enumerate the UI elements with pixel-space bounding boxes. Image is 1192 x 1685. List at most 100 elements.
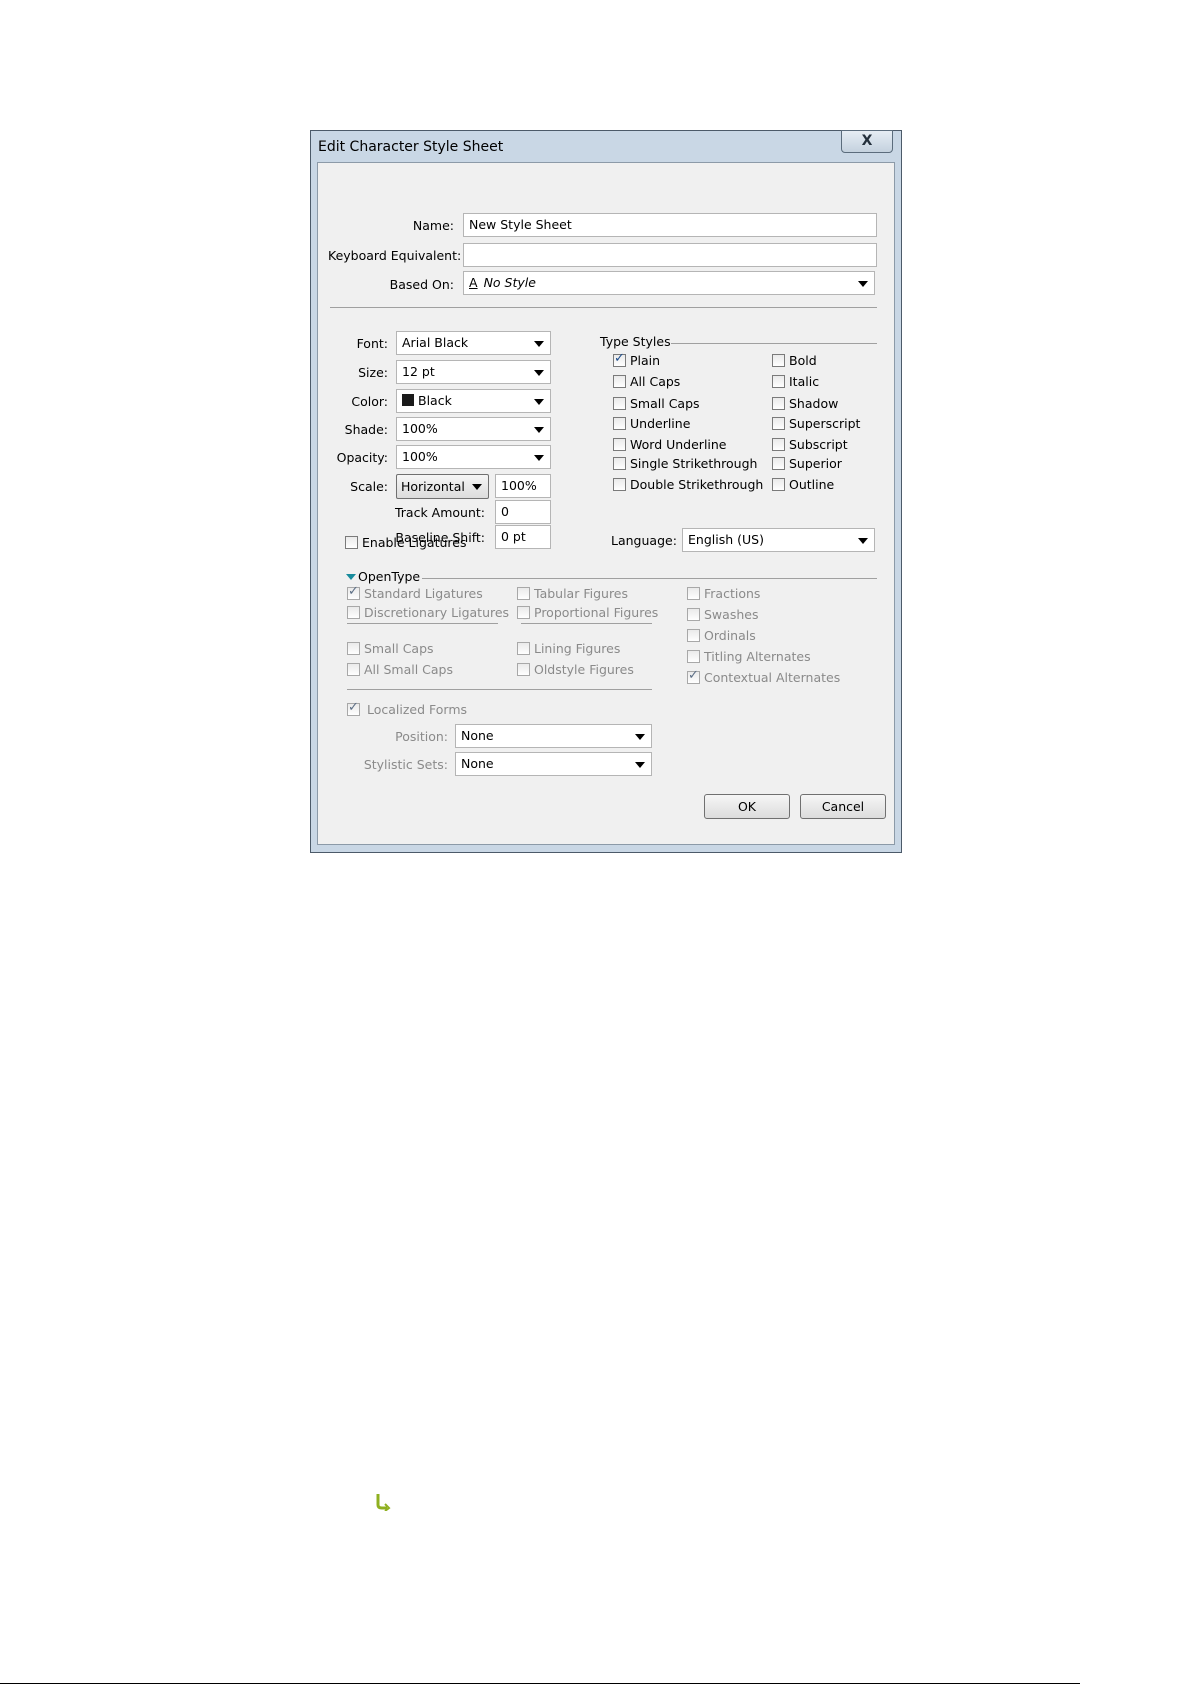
opentype-disclosure[interactable]: OpenType: [346, 569, 420, 584]
checkmark-icon: ✓: [614, 351, 625, 366]
checkbox-label: All Small Caps: [364, 662, 453, 677]
chevron-down-icon: [858, 538, 868, 544]
checkbox-all-small-caps[interactable]: [347, 663, 360, 676]
checkmark-icon: ✓: [348, 700, 359, 715]
track-amount-label: Track Amount:: [394, 505, 485, 520]
language-value: English (US): [688, 532, 764, 547]
language-label: Language:: [611, 533, 677, 548]
checkbox-swashes[interactable]: [687, 608, 700, 621]
size-value: 12 pt: [402, 364, 435, 379]
checkbox-label: Underline: [630, 416, 691, 431]
type-styles-title: Type Styles: [600, 334, 671, 349]
checkbox-single-strikethrough[interactable]: [613, 457, 626, 470]
stylistic-sets-select[interactable]: None: [455, 752, 652, 776]
checkbox-label: Word Underline: [630, 437, 727, 452]
checkbox-lining-figures[interactable]: [517, 642, 530, 655]
opentype-divider: [347, 623, 498, 624]
scale-mode-value: Horizontal: [401, 479, 465, 494]
opentype-title: OpenType: [358, 569, 421, 584]
chevron-down-icon: [534, 341, 544, 347]
color-value: Black: [418, 393, 452, 408]
shade-label: Shade:: [344, 422, 388, 437]
checkbox-label: All Caps: [630, 374, 681, 389]
font-select[interactable]: Arial Black: [396, 331, 551, 355]
type-styles-rule: [671, 343, 877, 344]
color-select[interactable]: Black: [396, 389, 551, 413]
checkbox-ordinals[interactable]: [687, 629, 700, 642]
font-value: Arial Black: [402, 335, 469, 350]
baseline-shift-field[interactable]: 0 pt: [495, 525, 551, 549]
chevron-down-icon: [534, 370, 544, 376]
checkmark-icon: ✓: [348, 584, 359, 599]
checkbox-label: Plain: [630, 353, 661, 368]
name-field[interactable]: New Style Sheet: [463, 213, 877, 237]
chevron-down-icon: [472, 484, 482, 490]
checkbox-contextual-alternates[interactable]: ✓: [687, 668, 700, 684]
checkbox-superscript[interactable]: [772, 417, 785, 430]
scale-mode-select[interactable]: Horizontal: [396, 474, 489, 499]
checkbox-proportional-figures[interactable]: [517, 606, 530, 619]
checkbox-plain[interactable]: ✓: [613, 351, 626, 367]
checkbox-standard-ligatures[interactable]: ✓: [347, 584, 360, 600]
checkbox-oldstyle-figures[interactable]: [517, 663, 530, 676]
checkbox-word-underline[interactable]: [613, 438, 626, 451]
window-title: Edit Character Style Sheet: [318, 139, 504, 155]
checkbox-label: Subscript: [789, 437, 848, 452]
checkbox-tabular-figures[interactable]: [517, 587, 530, 600]
checkbox-label: Small Caps: [630, 396, 700, 411]
size-select[interactable]: 12 pt: [396, 360, 551, 384]
checkbox-small-caps[interactable]: [347, 642, 360, 655]
localized-forms-checkbox[interactable]: ✓: [347, 700, 360, 716]
font-label: Font:: [356, 336, 388, 351]
checkbox-underline[interactable]: [613, 417, 626, 430]
shade-select[interactable]: 100%: [396, 417, 551, 441]
checkbox-label: Italic: [789, 374, 820, 389]
dialog-body: Name: New Style Sheet Keyboard Equivalen…: [317, 162, 895, 845]
checkbox-shadow[interactable]: [772, 397, 785, 410]
checkbox-label: Superscript: [789, 416, 861, 431]
keyboard-equivalent-field[interactable]: [463, 243, 877, 267]
checkbox-outline[interactable]: [772, 478, 785, 491]
based-on-value: No Style: [483, 275, 536, 290]
checkbox-label: Small Caps: [364, 641, 434, 656]
checkbox-subscript[interactable]: [772, 438, 785, 451]
opacity-label: Opacity:: [336, 450, 388, 465]
keyboard-equivalent-label: Keyboard Equivalent:: [328, 248, 462, 263]
ok-button[interactable]: OK: [704, 794, 790, 819]
opentype-divider: [347, 689, 652, 690]
checkbox-double-strikethrough[interactable]: [613, 478, 626, 491]
cancel-button[interactable]: Cancel: [800, 794, 886, 819]
checkbox-all-caps[interactable]: [613, 375, 626, 388]
enable-ligatures-checkbox[interactable]: [345, 536, 358, 549]
checkbox-fractions[interactable]: [687, 587, 700, 600]
language-select[interactable]: English (US): [682, 528, 875, 552]
opentype-rule: [422, 578, 877, 579]
refresh-arrow-icon: [376, 1494, 391, 1511]
scale-value-field[interactable]: 100%: [495, 474, 551, 498]
based-on-select[interactable]: A No Style: [463, 271, 875, 295]
checkbox-label: Fractions: [704, 586, 761, 601]
checkbox-label: Bold: [789, 353, 817, 368]
size-label: Size:: [358, 365, 388, 380]
close-button[interactable]: X: [841, 130, 893, 153]
opacity-select[interactable]: 100%: [396, 445, 551, 469]
checkbox-titling-alternates[interactable]: [687, 650, 700, 663]
checkbox-label: Outline: [789, 477, 835, 492]
stylistic-sets-value: None: [461, 756, 494, 771]
disclosure-triangle-icon: [346, 574, 356, 580]
checkbox-superior[interactable]: [772, 457, 785, 470]
checkbox-label: Discretionary Ligatures: [364, 605, 510, 620]
checkbox-small-caps[interactable]: [613, 397, 626, 410]
checkbox-italic[interactable]: [772, 375, 785, 388]
position-select[interactable]: None: [455, 724, 652, 748]
checkbox-discretionary-ligatures[interactable]: [347, 606, 360, 619]
checkbox-label: Swashes: [704, 607, 759, 622]
checkbox-label: Titling Alternates: [704, 649, 811, 664]
track-amount-field[interactable]: 0: [495, 500, 551, 524]
localized-forms-label: Localized Forms: [367, 702, 468, 717]
color-swatch: [402, 394, 414, 406]
checkbox-label: Lining Figures: [534, 641, 621, 656]
checkbox-bold[interactable]: [772, 354, 785, 367]
color-label: Color:: [351, 394, 388, 409]
checkbox-label: Standard Ligatures: [364, 586, 483, 601]
